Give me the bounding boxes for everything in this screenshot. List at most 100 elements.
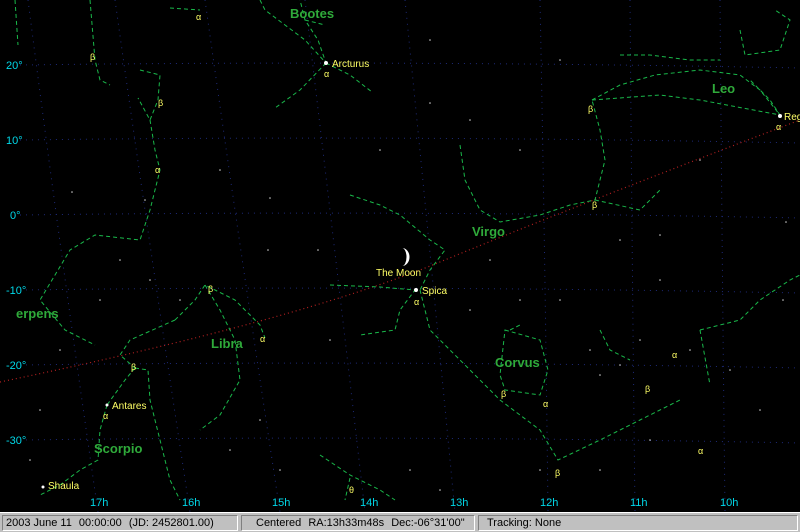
greek-label: β: [208, 284, 213, 294]
faint-star: [409, 469, 411, 471]
faint-star: [59, 349, 61, 351]
greek-label: α: [698, 446, 703, 456]
ra-line-12h: [539, 0, 549, 512]
faint-star: [519, 299, 521, 301]
faint-star: [279, 469, 281, 471]
faint-star: [649, 439, 651, 441]
status-date: 2003 June 11: [6, 517, 72, 529]
faint-star: [39, 409, 41, 411]
faint-star: [99, 299, 101, 301]
ra-line-10h: [719, 0, 726, 512]
faint-star: [149, 279, 151, 281]
dec-label-0: 0°: [10, 210, 21, 222]
faint-star: [559, 299, 561, 301]
status-panel-center: Centered RA:13h33m48s Dec:-06°31'00": [241, 515, 475, 531]
ra-label-11h: 11h: [630, 497, 648, 509]
faint-star: [639, 339, 641, 341]
faint-star: [699, 159, 701, 161]
constellation-label-bootes[interactable]: Bootes: [290, 6, 334, 21]
ra-label-16h: 16h: [182, 497, 200, 509]
greek-label: α: [543, 399, 548, 409]
constellation-label-serpens[interactable]: erpens: [16, 306, 59, 321]
faint-star: [599, 469, 601, 471]
greek-label: β: [645, 384, 650, 394]
faint-star: [619, 364, 621, 366]
faint-star: [519, 149, 521, 151]
dec-label-m10: -10°: [6, 285, 26, 297]
greek-label: β: [158, 98, 163, 108]
greek-label: θ: [349, 485, 354, 495]
faint-stars: [29, 39, 787, 491]
faint-star: [317, 249, 319, 251]
faint-star: [439, 489, 441, 491]
faint-star: [469, 119, 471, 121]
faint-star: [759, 409, 761, 411]
greek-label: α: [672, 350, 677, 360]
faint-star: [29, 459, 31, 461]
ra-line-14h: [304, 0, 366, 512]
greek-label: α: [260, 334, 265, 344]
faint-star: [219, 169, 221, 171]
status-time: 00:00:00: [78, 517, 122, 529]
dec-line-m20: [19, 362, 800, 369]
moon-icon[interactable]: [402, 248, 410, 266]
greek-label: β: [588, 104, 593, 114]
greek-label: α: [414, 297, 419, 307]
greek-label: β: [592, 200, 597, 210]
faint-star: [267, 249, 269, 251]
constellation-label-corvus[interactable]: Corvus: [495, 355, 540, 370]
constellation-label-virgo[interactable]: Virgo: [472, 224, 505, 239]
ra-line-11h: [629, 0, 636, 512]
ecliptic-line: [0, 119, 800, 383]
faint-star: [329, 339, 331, 341]
star-label-shaula[interactable]: Shaula: [48, 481, 80, 492]
constellation-label-scorpio[interactable]: Scorpio: [94, 441, 142, 456]
dec-label-20: 20°: [6, 60, 23, 72]
faint-star: [559, 59, 561, 61]
greek-label: β: [131, 362, 136, 372]
faint-star: [785, 221, 787, 223]
ra-label-17h: 17h: [90, 497, 108, 509]
constellation-lines: [14, 0, 800, 501]
faint-star: [71, 191, 73, 193]
star-antares: [105, 403, 109, 407]
star-spica: [414, 288, 418, 292]
constellation-label-libra[interactable]: Libra: [211, 336, 244, 351]
dec-label-m30: -30°: [6, 435, 26, 447]
ra-label-15h: 15h: [272, 497, 290, 509]
greek-label: α: [776, 122, 781, 132]
ra-label-10h: 10h: [720, 497, 738, 509]
dec-line-0: [19, 212, 800, 219]
greek-label: α: [324, 69, 329, 79]
faint-star: [429, 102, 431, 104]
faint-star: [259, 419, 261, 421]
ra-label-13h: 13h: [450, 497, 468, 509]
ra-label-12h: 12h: [540, 497, 558, 509]
constellation-label-leo[interactable]: Leo: [712, 81, 735, 96]
faint-star: [269, 197, 271, 199]
status-centered-label: Centered: [256, 517, 302, 529]
ra-line-15h: [204, 0, 281, 512]
faint-star: [379, 149, 381, 151]
star-label-spica[interactable]: Spica: [422, 286, 447, 297]
star-label-antares[interactable]: Antares: [112, 401, 146, 412]
sky-chart[interactable]: 20° 10° 0° -10° -20° -30° 17h 16h 15h 14…: [0, 0, 800, 512]
greek-label: α: [155, 165, 160, 175]
dec-label-10: 10°: [6, 135, 23, 147]
moon-label[interactable]: The Moon: [376, 268, 421, 279]
status-panel-datetime: 2003 June 11 00:00:00 (JD: 2452801.00): [2, 515, 238, 531]
star-shaula: [41, 485, 45, 489]
ra-line-17h: [27, 0, 99, 512]
greek-label: β: [501, 389, 506, 399]
greek-label: β: [90, 52, 95, 62]
faint-star: [619, 239, 621, 241]
star-label-arcturus[interactable]: Arcturus: [332, 59, 369, 70]
faint-star: [589, 349, 591, 351]
faint-star: [229, 449, 231, 451]
status-dec: Dec:-06°31'00": [391, 517, 465, 529]
faint-star: [689, 349, 691, 351]
status-tracking: Tracking: None: [487, 517, 562, 529]
star-label-regulus[interactable]: Reg: [784, 112, 800, 123]
faint-star: [119, 259, 121, 261]
faint-star: [539, 469, 541, 471]
